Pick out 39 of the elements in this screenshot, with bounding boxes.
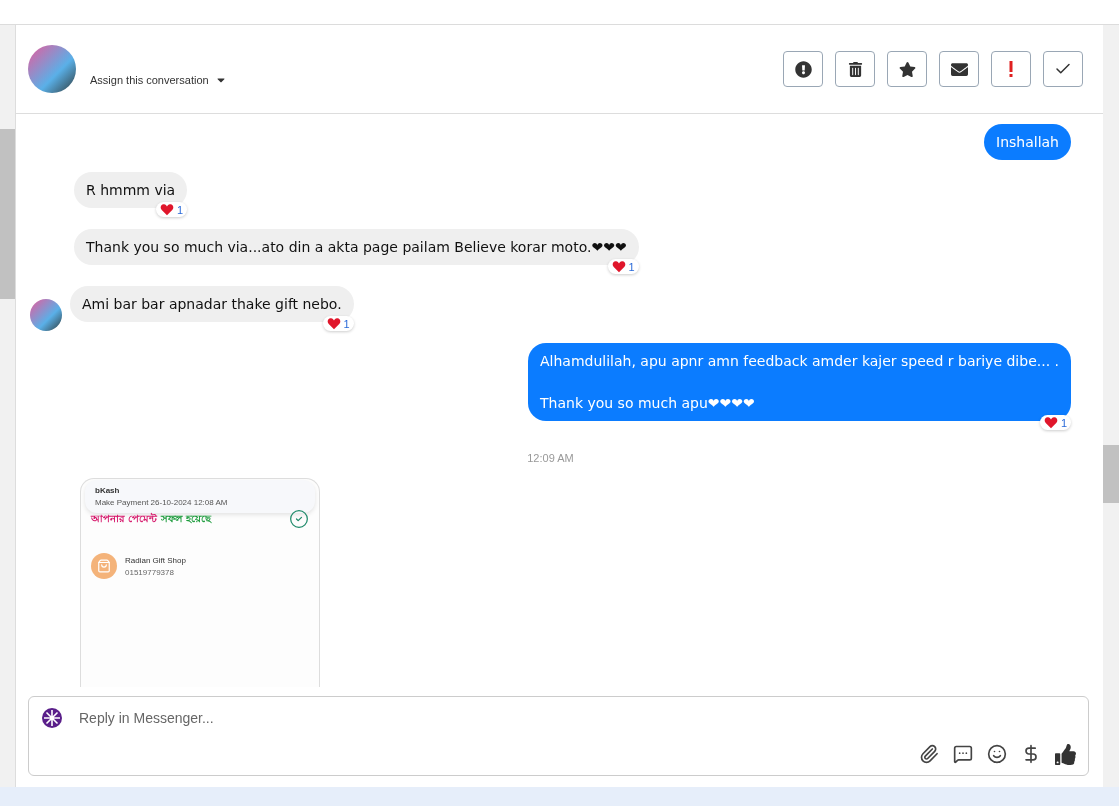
- heart-icon: [326, 317, 341, 330]
- star-button[interactable]: [887, 51, 927, 87]
- reaction-badge[interactable]: 1: [1039, 415, 1071, 430]
- paperclip-icon: [919, 744, 939, 764]
- trash-button[interactable]: [835, 51, 875, 87]
- like-button[interactable]: [1055, 744, 1076, 765]
- reaction-badge[interactable]: 1: [156, 202, 188, 217]
- heart-icon: [160, 203, 175, 216]
- reaction-badge[interactable]: 1: [322, 316, 354, 331]
- shopping-bag-icon: [91, 553, 117, 579]
- shop-phone: 01519779378: [125, 567, 175, 577]
- flower-logo-icon: [41, 707, 63, 729]
- mail-icon: [950, 60, 968, 78]
- heart-icon: [611, 260, 626, 273]
- alert-button[interactable]: [783, 51, 823, 87]
- comment-button[interactable]: [953, 744, 973, 765]
- exclamation-icon: [1009, 61, 1013, 77]
- star-icon: [898, 60, 916, 78]
- notification-app: bKash: [95, 486, 121, 495]
- smiley-icon: [987, 744, 1007, 764]
- trash-icon: [847, 61, 863, 77]
- check-button[interactable]: [1043, 51, 1083, 87]
- payment-status: আপনার পেমেন্ট: [91, 511, 158, 526]
- shop-name: Radian Gift Shop: [125, 555, 186, 565]
- chat-bubble-icon: [953, 744, 973, 764]
- timestamp: 12:09 AM: [527, 452, 574, 464]
- mail-button[interactable]: [939, 51, 979, 87]
- attach-button[interactable]: [919, 744, 939, 765]
- assign-dropdown[interactable]: Assign this conversation: [90, 74, 769, 86]
- thumbs-up-icon: [1055, 744, 1076, 765]
- notification-text: Make Payment 26-10-2024 12:08 AM: [95, 498, 229, 507]
- contact-avatar: [28, 45, 76, 93]
- alert-icon: [794, 60, 812, 78]
- payment-status: সফল হয়েছে: [161, 511, 211, 526]
- message-bubble: Inshallah: [984, 124, 1071, 160]
- success-check-icon: [289, 509, 309, 529]
- reaction-badge[interactable]: 1: [607, 259, 639, 274]
- emoji-button[interactable]: [987, 744, 1007, 765]
- heart-icon: [1043, 416, 1058, 429]
